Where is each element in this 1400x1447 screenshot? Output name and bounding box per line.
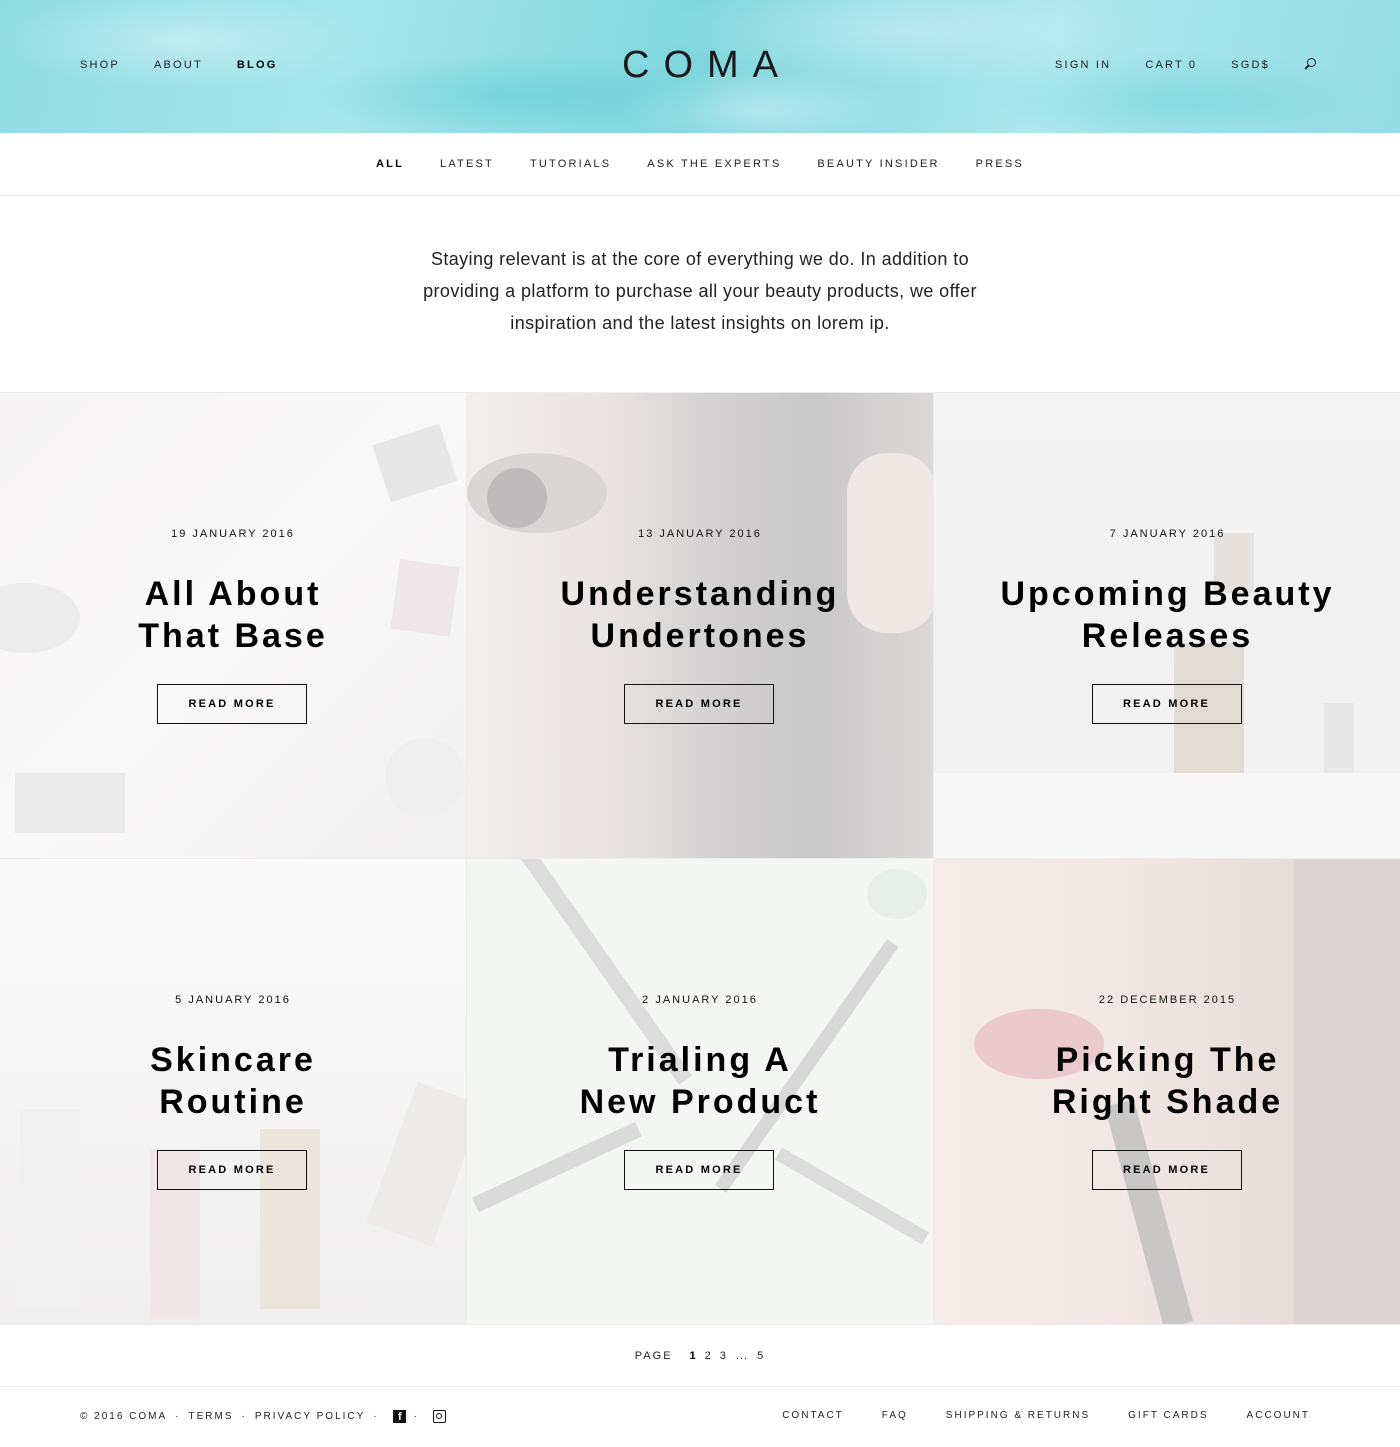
post-title-line: Understanding [560,575,840,613]
blog-intro: Staying relevant is at the core of every… [0,243,1400,339]
read-more-button[interactable]: READ MORE [157,684,307,724]
post-date: 13 JANUARY 2016 [638,528,762,540]
post-card[interactable]: 5 JANUARY 2016 Skincare Routine READ MOR… [0,859,467,1325]
separator: · [373,1411,379,1422]
post-title-line: Right Shade [1051,1083,1284,1121]
read-more-button[interactable]: READ MORE [624,1150,774,1190]
read-more-button[interactable]: READ MORE [624,684,774,724]
post-card[interactable]: 2 JANUARY 2016 Trialing A New Product RE… [467,859,934,1325]
terms-link[interactable]: TERMS [189,1411,234,1422]
post-date: 22 DECEMBER 2015 [1098,994,1237,1006]
separator: · [241,1411,247,1422]
post-title: Picking The Right Shade [934,1039,1400,1123]
post-title: Trialing A New Product [467,1039,933,1123]
instagram-icon[interactable] [432,1410,446,1423]
footer-contact[interactable]: CONTACT [782,1410,844,1421]
post-card[interactable]: 22 DECEMBER 2015 Picking The Right Shade… [934,859,1400,1325]
post-title-line: New Product [579,1083,821,1121]
post-title-line: Trialing A [608,1041,792,1079]
read-more-button[interactable]: READ MORE [1091,684,1242,724]
page-1[interactable]: 1 [689,1350,698,1362]
post-title-line: Picking The [1055,1041,1280,1079]
nav-cart[interactable]: CART 0 [1145,59,1197,71]
page-3[interactable]: 3 [719,1350,728,1362]
post-title: All About That Base [0,573,466,657]
site-header: SHOP ABOUT BLOG COMA SIGN IN CART 0 SGD$ [0,0,1400,133]
footer-legal: © 2016 COMA · TERMS · PRIVACY POLICY · f… [80,1410,446,1423]
post-title-line: Routine [159,1083,307,1121]
category-all[interactable]: ALL [376,158,404,170]
read-more-button[interactable]: READ MORE [157,1150,307,1190]
post-title-line: Skincare [150,1041,316,1079]
post-date: 7 JANUARY 2016 [1109,528,1226,540]
page-2[interactable]: 2 [704,1350,713,1362]
category-tutorials[interactable]: TUTORIALS [530,158,611,170]
post-title-line: All About [144,575,322,613]
read-more-button[interactable]: READ MORE [1091,1150,1242,1190]
post-date: 5 JANUARY 2016 [175,994,291,1006]
copyright: © 2016 COMA [80,1411,168,1422]
pagination-label: PAGE [634,1349,673,1362]
footer-links: CONTACT FAQ SHIPPING & RETURNS GIFT CARD… [782,1410,1310,1421]
intro-text: Staying relevant is at the core of every… [423,249,977,333]
footer-gift-cards[interactable]: GIFT CARDS [1128,1410,1208,1421]
search-icon[interactable] [1304,58,1316,70]
post-title: Upcoming Beauty Releases [934,573,1400,657]
separator: · [413,1411,419,1422]
facebook-icon[interactable]: f [392,1410,406,1423]
post-grid: 19 JANUARY 2016 All About That Base READ… [0,392,1400,1325]
blog-category-nav: ALL LATEST TUTORIALS ASK THE EXPERTS BEA… [0,133,1400,196]
page-5[interactable]: 5 [756,1350,765,1362]
post-title-line: That Base [138,617,328,655]
post-date: 2 JANUARY 2016 [642,994,758,1006]
nav-sign-in[interactable]: SIGN IN [1055,59,1111,71]
account-nav: SIGN IN CART 0 SGD$ [1055,58,1316,71]
post-title-line: Undertones [590,617,810,655]
footer-account[interactable]: ACCOUNT [1247,1410,1310,1421]
post-title: Skincare Routine [0,1039,466,1123]
post-card[interactable]: 7 JANUARY 2016 Upcoming Beauty Releases … [934,393,1400,859]
post-card[interactable]: 13 JANUARY 2016 Understanding Undertones… [467,393,934,859]
post-title-line: Releases [1081,617,1254,655]
category-press[interactable]: PRESS [976,158,1024,170]
post-card[interactable]: 19 JANUARY 2016 All About That Base READ… [0,393,467,859]
post-date: 19 JANUARY 2016 [171,528,295,540]
footer-shipping-returns[interactable]: SHIPPING & RETURNS [946,1410,1090,1421]
post-title: Understanding Undertones [467,573,933,657]
privacy-policy-link[interactable]: PRIVACY POLICY [255,1411,365,1422]
category-beauty-insider[interactable]: BEAUTY INSIDER [817,158,939,170]
category-ask-the-experts[interactable]: ASK THE EXPERTS [647,158,781,170]
nav-currency[interactable]: SGD$ [1231,59,1270,71]
separator: · [175,1411,181,1422]
footer-faq[interactable]: FAQ [882,1410,908,1421]
pagination-ellipsis: ... [735,1349,749,1362]
post-title-line: Upcoming Beauty [1000,575,1335,613]
category-latest[interactable]: LATEST [440,158,494,170]
pagination: PAGE 1 2 3 ... 5 [0,1325,1400,1387]
